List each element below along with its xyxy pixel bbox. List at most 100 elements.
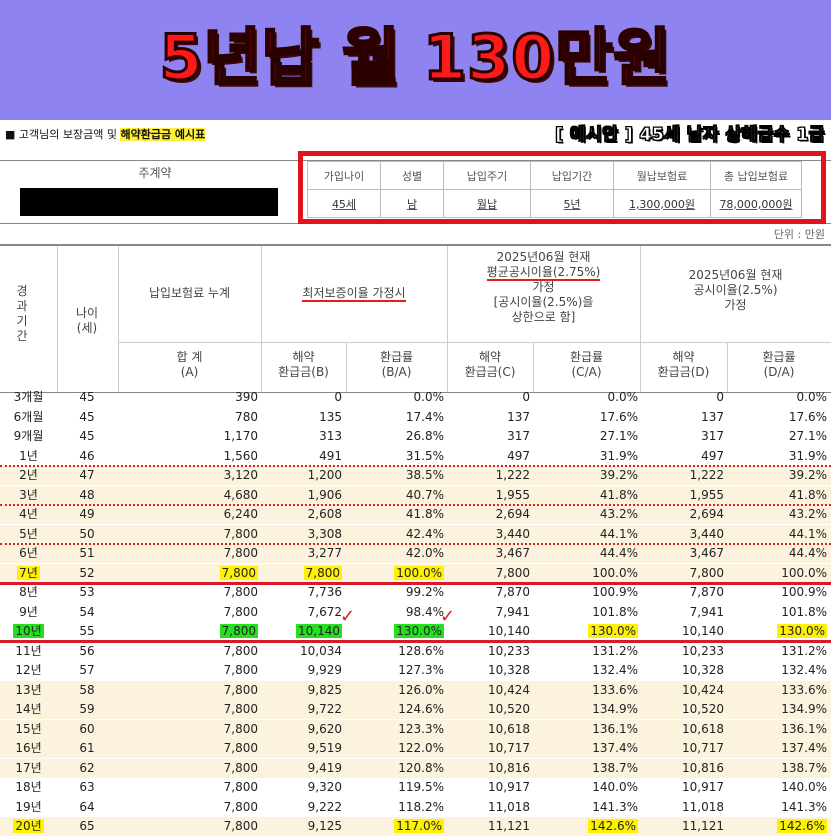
cell-value: 7,800 (689, 565, 724, 580)
cell-value: 100.9% (592, 585, 638, 599)
table-cell-d: 497 (640, 448, 724, 465)
cell-value: 497 (701, 448, 724, 463)
table-cell-a: 6,240 (120, 506, 258, 523)
cell-value: 9,620 (307, 721, 342, 736)
cell-value: 53 (79, 585, 95, 599)
table-cell-ba: 99.2% (346, 584, 444, 601)
header-da: 환급률 (D/A) (727, 350, 831, 380)
table-row: 17년 62 7,800 9,419 120.8% 10,816 138.7% 10,816 1… (0, 758, 831, 778)
table-cell-a: 7,800 (120, 799, 258, 816)
cell-value: 39.2% (599, 468, 638, 482)
table-cell-age: 49 (57, 506, 117, 523)
cell-value: 61 (79, 741, 95, 755)
cell-value: 27.1% (599, 429, 638, 443)
table-cell-a: 7,800 (120, 623, 258, 640)
header-avg-rate-line: [공시이율(2.5%)을 (493, 295, 594, 309)
table-cell-ba: 41.8% (346, 506, 444, 523)
table-cell-a: 7,800 (120, 526, 258, 543)
cell-value: 10,917 (488, 780, 530, 794)
table-cell-ba: 40.7% (346, 487, 444, 504)
cell-value: 18년 (15, 780, 42, 794)
table-cell-ba: 31.5% (346, 448, 444, 465)
table-cell-ca: 130.0% (534, 623, 638, 640)
table-cell-d: 10,233 (640, 643, 724, 660)
cell-value: 7,800 (223, 780, 258, 794)
table-cell-ca: 31.9% (534, 448, 638, 465)
table-row: 5년 50 7,800 3,308 42.4% 3,440 44.1% 3,440 44.1% (0, 524, 831, 544)
cell-value: 1,222 (495, 468, 530, 482)
cell-value: 59 (79, 702, 95, 716)
cell-value: 122.0% (398, 741, 444, 755)
table-cell-d: 10,140 (640, 623, 724, 640)
table-cell-age: 47 (57, 467, 117, 484)
header-text: (D/A) (763, 365, 795, 379)
cell-value: 41.8% (788, 487, 827, 502)
table-cell-ca: 44.4% (534, 545, 638, 562)
cell-value: 317 (507, 429, 530, 443)
cell-value: 130.0% (588, 624, 638, 638)
table-cell-ba: 17.4% (346, 409, 444, 426)
table-cell-p: 3년 (0, 487, 57, 504)
table-cell-a: 7,800 (120, 662, 258, 679)
cell-value: 10,140 (682, 624, 724, 638)
cell-value: 2년 (19, 468, 38, 482)
cell-value: 1,222 (689, 468, 724, 482)
table-cell-ba: 127.3% (346, 662, 444, 679)
cell-value: 0.0% (607, 390, 639, 404)
table-cell-age: 46 (57, 448, 117, 465)
table-cell-da: 43.2% (728, 506, 827, 523)
table-cell-c: 10,328 (448, 662, 530, 679)
table-cell-ca: 137.4% (534, 740, 638, 757)
cell-value: 60 (79, 721, 95, 736)
cell-value: 98.4% (405, 604, 444, 619)
cell-value: 132.4% (781, 663, 827, 677)
cell-value: 39.2% (788, 468, 827, 482)
table-cell-ba: 128.6% (346, 643, 444, 660)
cell-value: 7,800 (223, 721, 258, 736)
caption-highlight: 해약환급금 예시표 (120, 128, 206, 141)
header-text: 환급금(C) (464, 365, 516, 379)
table-cell-b: 9,419 (262, 760, 342, 777)
cell-value: 10,816 (682, 760, 724, 775)
table-cell-age: 53 (57, 584, 117, 601)
table-cell-p: 3개월 (0, 389, 57, 406)
cell-value: 11년 (15, 643, 42, 658)
table-cell-c: 7,870 (448, 584, 530, 601)
table-cell-c: 10,917 (448, 779, 530, 796)
table-cell-b: 2,608 (262, 506, 342, 523)
dotted-separator (0, 465, 831, 467)
table-row: 4년 49 6,240 2,608 41.8% 2,694 43.2% 2,694 43.2% (0, 505, 831, 524)
cell-value: 27.1% (788, 429, 827, 443)
header-text: 환급률 (569, 350, 604, 364)
cell-value: 2,694 (495, 507, 530, 521)
table-cell-d: 10,717 (640, 740, 724, 757)
table-cell-c: 497 (448, 448, 530, 465)
table-cell-c: 7,800 (448, 565, 530, 582)
table-cell-c: 10,424 (448, 682, 530, 699)
header-avg-rate: 2025년06월 현재 평균공시이율(2.75%) 가정 [공시이율(2.5%)… (447, 250, 640, 325)
header-age: 나이(세) (75, 306, 99, 335)
table-cell-age: 56 (57, 643, 117, 660)
table-row: 1년 46 1,560 491 31.5% 497 31.9% 497 31.9% (0, 447, 831, 466)
cell-value: 41.8% (599, 487, 638, 502)
cell-value: 38.5% (405, 468, 444, 482)
table-cell-a: 7,800 (120, 604, 258, 621)
table-cell-da: 44.4% (728, 545, 827, 562)
table-row: 18년 63 7,800 9,320 119.5% 10,917 140.0% 10,917 1… (0, 778, 831, 797)
table-cell-d: 7,800 (640, 565, 724, 582)
cell-value: 123.3% (398, 721, 444, 736)
cell-value: 7,800 (223, 799, 258, 814)
table-cell-ca: 41.8% (534, 487, 638, 504)
cell-value: 1,906 (307, 487, 342, 502)
table-cell-ca: 138.7% (534, 760, 638, 777)
cell-value: 118.2% (398, 799, 444, 814)
cell-value: 390 (235, 390, 258, 404)
table-cell-b: 10,140 (262, 623, 342, 640)
cell-value: 119.5% (398, 780, 444, 794)
example-label: [ 예시안 ] 45세 남자 상해급수 1급 (555, 125, 825, 146)
cell-value: 6년 (19, 546, 38, 560)
cell-value: 133.6% (781, 682, 827, 697)
table-cell-b: 0 (262, 389, 342, 406)
table-cell-c: 0 (448, 389, 530, 406)
cell-value: 7,672 (307, 604, 342, 619)
